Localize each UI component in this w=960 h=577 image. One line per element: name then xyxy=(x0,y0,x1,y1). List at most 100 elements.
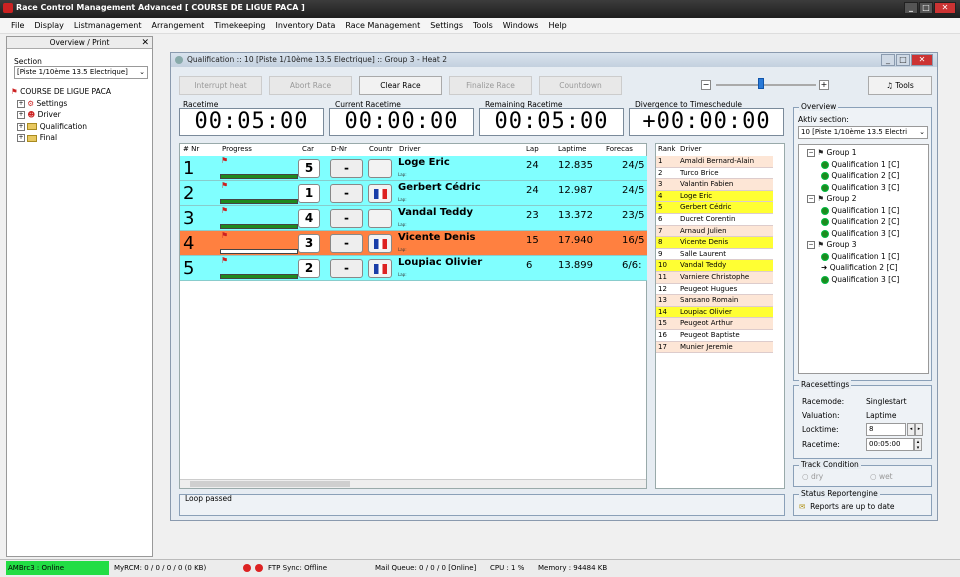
locktime-up-button[interactable]: ▸ xyxy=(915,423,923,436)
race-row[interactable]: 1 ⚑ 5 - Loge Eric Lap: 24 12.835 24/5 xyxy=(180,156,647,181)
racetime-spinner[interactable]: ▴ ▾ xyxy=(914,438,922,451)
heat-item[interactable]: Qualification 1 [C] xyxy=(807,251,928,263)
window-restore-button[interactable]: □ xyxy=(896,54,910,66)
window-close-button[interactable]: ✕ xyxy=(911,54,933,66)
tree-item-final[interactable]: + Final xyxy=(11,132,151,144)
race-row[interactable]: 3 ⚑ 4 - Vandal Teddy Lap: 23 13.372 23/5 xyxy=(180,206,647,231)
section-select[interactable]: [Piste 1/10ème 13.5 Electrique] ⌄ xyxy=(14,66,148,79)
heat-item[interactable]: Qualification 3 [C] xyxy=(807,182,928,194)
finalize-race-button[interactable]: Finalize Race xyxy=(449,76,532,95)
red-light-icon xyxy=(243,564,251,572)
menu-arrangement[interactable]: Arrangement xyxy=(146,18,209,33)
menu-timekeeping[interactable]: Timekeeping xyxy=(209,18,270,33)
rank-driver: Loge Eric xyxy=(680,191,713,200)
section-label: Section xyxy=(14,57,42,66)
ranking-row[interactable]: 5 Gerbert Cédric xyxy=(656,202,773,214)
expand-icon[interactable]: + xyxy=(17,122,25,131)
scrollbar-thumb[interactable] xyxy=(190,481,350,487)
racetime-input[interactable]: 00:05:00 xyxy=(866,438,914,451)
heat-group[interactable]: − ⚑ Group 3 xyxy=(807,239,928,251)
report-status-text: Reports are up to date xyxy=(810,502,895,511)
zoom-slider-track[interactable] xyxy=(716,84,816,86)
france-flag-icon xyxy=(374,264,387,274)
menu-race-management[interactable]: Race Management xyxy=(340,18,425,33)
heat-group[interactable]: − ⚑ Group 1 xyxy=(807,147,928,159)
aktiv-section-select[interactable]: 10 [Piste 1/10ème 13.5 Electri ⌄ xyxy=(798,126,928,139)
abort-race-button[interactable]: Abort Race xyxy=(269,76,352,95)
ranking-row[interactable]: 9 Salle Laurent xyxy=(656,248,773,261)
menu-windows[interactable]: Windows xyxy=(498,18,544,33)
race-row[interactable]: 4 ⚑ 3 - Vicente Denis Lap: 15 17.940 16/… xyxy=(180,231,647,256)
heat-item[interactable]: Qualification 2 [C] xyxy=(807,216,928,228)
ranking-row[interactable]: 12 Peugeot Hugues xyxy=(656,283,773,296)
zoom-slider-thumb[interactable] xyxy=(758,78,764,89)
dry-radio[interactable]: ○ dry xyxy=(802,472,823,481)
menu-file[interactable]: File xyxy=(6,18,29,33)
expand-icon[interactable]: + xyxy=(17,99,25,108)
heat-item[interactable]: Qualification 3 [C] xyxy=(807,274,928,286)
locktime-down-button[interactable]: ◂ xyxy=(907,423,915,436)
close-button[interactable]: ✕ xyxy=(934,2,956,14)
zoom-out-button[interactable]: − xyxy=(701,80,711,90)
heat-label: Qualification 3 [C] xyxy=(831,274,900,284)
heat-group[interactable]: − ⚑ Group 2 xyxy=(807,193,928,205)
ranking-row[interactable]: 8 Vicente Denis xyxy=(656,237,773,249)
tree-item-driver[interactable]: + ☻ Driver xyxy=(11,109,151,121)
tree-item-qualification[interactable]: + Qualification xyxy=(11,121,151,133)
wet-radio[interactable]: ○ wet xyxy=(870,472,893,481)
race-row[interactable]: 2 ⚑ 1 - Gerbert Cédric Lap: 24 12.987 24… xyxy=(180,181,647,206)
zoom-in-button[interactable]: + xyxy=(819,80,829,90)
window-minimize-button[interactable]: _ xyxy=(881,54,895,66)
collapse-icon[interactable]: − xyxy=(807,149,815,157)
menu-display[interactable]: Display xyxy=(29,18,69,33)
expand-icon[interactable]: + xyxy=(17,111,25,119)
rank-driver: Peugeot Arthur xyxy=(680,319,733,328)
tree-item-settings[interactable]: + ⚙ Settings xyxy=(11,98,151,110)
ranking-row[interactable]: 4 Loge Eric xyxy=(656,190,773,203)
expand-icon[interactable]: + xyxy=(17,134,25,142)
ranking-row[interactable]: 2 Turco Brice xyxy=(656,167,773,180)
maximize-button[interactable]: □ xyxy=(919,2,933,14)
ranking-row[interactable]: 16 Peugeot Baptiste xyxy=(656,330,773,342)
ranking-row[interactable]: 13 Sansano Romain xyxy=(656,295,773,307)
collapse-icon[interactable]: − xyxy=(807,195,815,203)
heat-item[interactable]: Qualification 1 [C] xyxy=(807,159,928,171)
race-flag-icon: ⚑ xyxy=(221,181,229,190)
ranking-row[interactable]: 11 Varniere Christophe xyxy=(656,272,773,284)
ranking-row[interactable]: 6 Ducret Corentin xyxy=(656,214,773,226)
ranking-row[interactable]: 17 Munier Jeremie xyxy=(656,341,773,354)
tools-button[interactable]: ♫ Tools xyxy=(868,76,932,95)
clear-race-button[interactable]: Clear Race xyxy=(359,76,442,95)
ranking-row[interactable]: 15 Peugeot Arthur xyxy=(656,318,773,330)
ranking-row[interactable]: 3 Valantin Fabien xyxy=(656,179,773,191)
ranking-row[interactable]: 10 Vandal Teddy xyxy=(656,260,773,272)
minimize-button[interactable]: _ xyxy=(904,2,918,14)
ranking-row[interactable]: 14 Loupiac Olivier xyxy=(656,306,773,319)
locktime-input[interactable]: 8 xyxy=(866,423,906,436)
menu-listmanagement[interactable]: Listmanagement xyxy=(69,18,147,33)
progress-bar xyxy=(220,249,298,254)
collapse-icon[interactable]: − xyxy=(807,241,815,249)
interrupt-heat-button[interactable]: Interrupt heat xyxy=(179,76,262,95)
close-panel-icon[interactable]: ✕ xyxy=(141,37,149,49)
horizontal-scrollbar[interactable] xyxy=(180,479,646,488)
tree-root[interactable]: ⚑ COURSE DE LIGUE PACA xyxy=(11,86,151,98)
country-flag xyxy=(368,259,392,278)
laptime: 17.940 xyxy=(558,235,593,246)
race-row[interactable]: 5 ⚑ 2 - Loupiac Olivier Lap: 6 13.899 6/… xyxy=(180,256,647,281)
group-flag-icon: ⚑ xyxy=(817,148,825,157)
heat-item[interactable]: Qualification 3 [C] xyxy=(807,228,928,240)
ftp-sync-status: FTP Sync: Offline xyxy=(268,564,328,572)
lap-count: 23 xyxy=(526,210,539,221)
menu-settings[interactable]: Settings xyxy=(425,18,468,33)
ranking-row[interactable]: 7 Arnaud Julien xyxy=(656,225,773,238)
ranking-row[interactable]: 1 Amaldi Bernard-Alain xyxy=(656,156,773,168)
menu-tools[interactable]: Tools xyxy=(468,18,498,33)
heat-item[interactable]: ➜ Qualification 2 [C] xyxy=(807,262,928,274)
menu-help[interactable]: Help xyxy=(543,18,571,33)
menu-inventory-data[interactable]: Inventory Data xyxy=(271,18,341,33)
countdown-button[interactable]: Countdown xyxy=(539,76,622,95)
rank-number: 14 xyxy=(658,307,667,316)
heat-item[interactable]: Qualification 1 [C] xyxy=(807,205,928,217)
heat-item[interactable]: Qualification 2 [C] xyxy=(807,170,928,182)
